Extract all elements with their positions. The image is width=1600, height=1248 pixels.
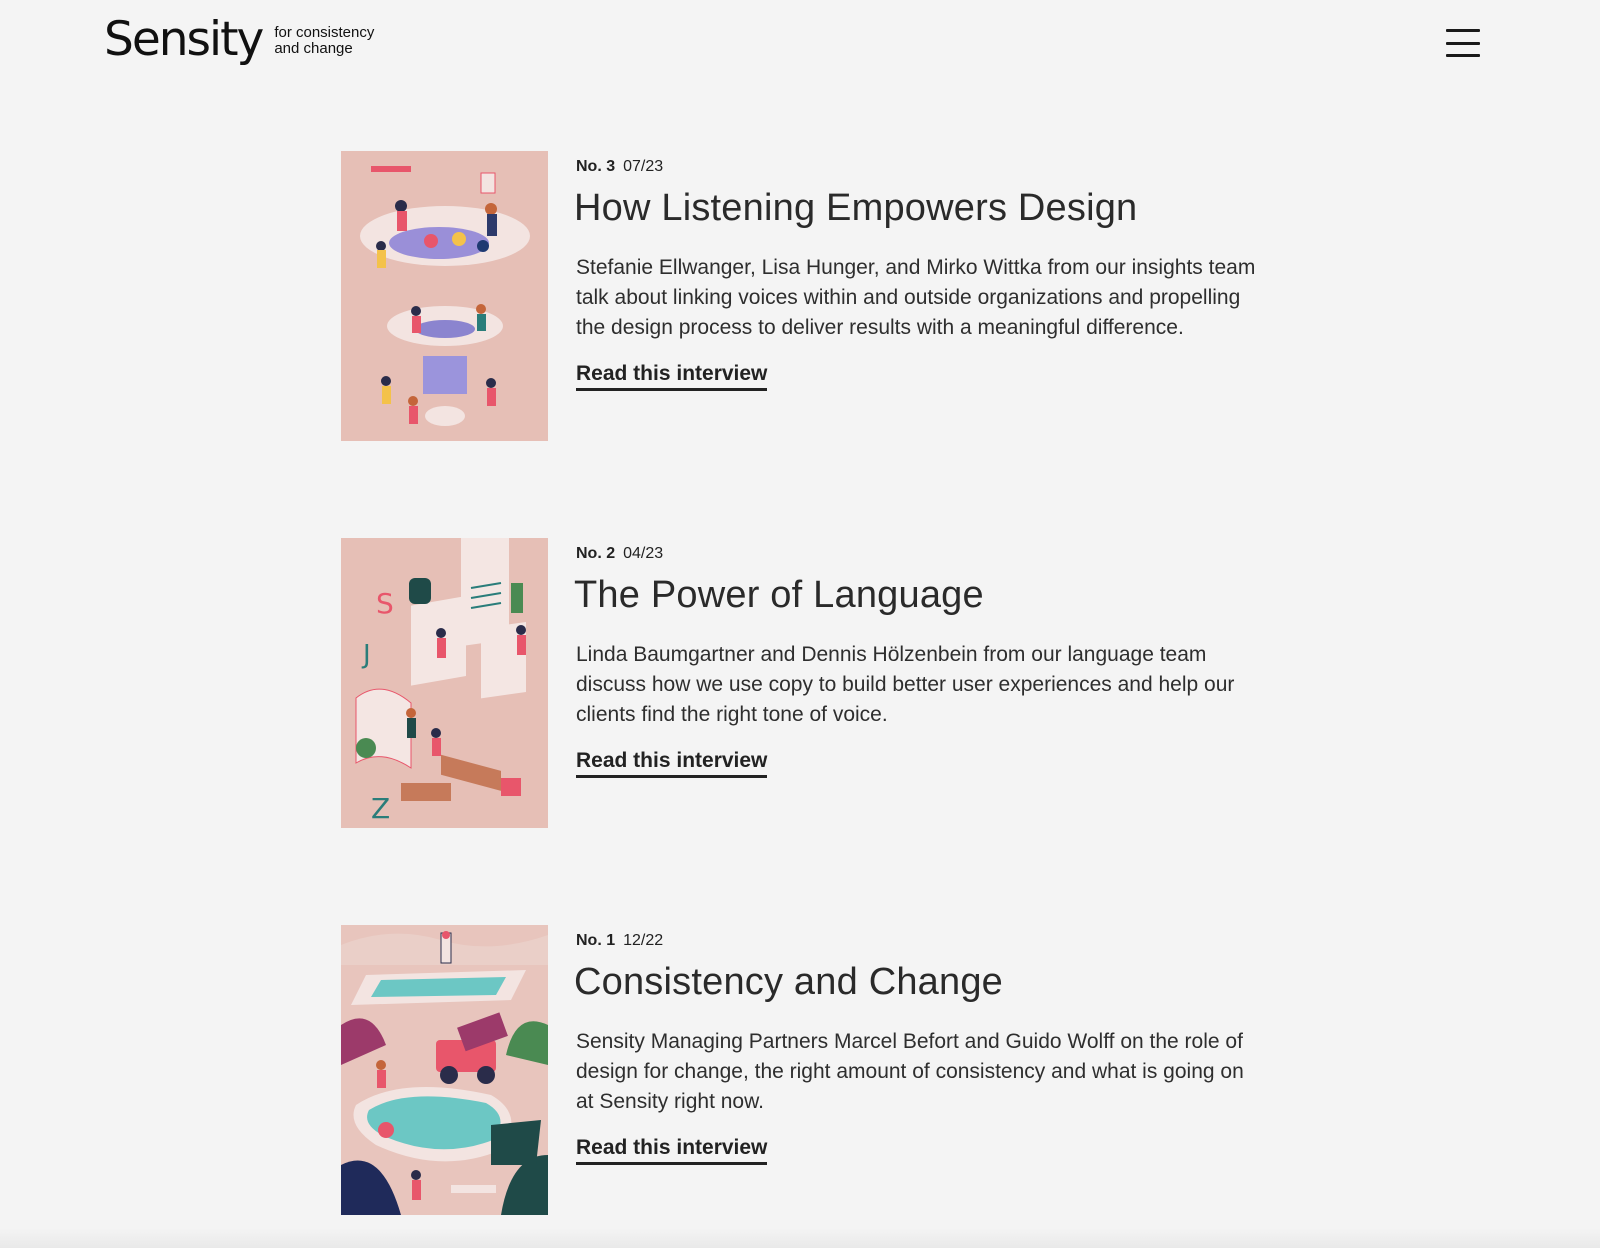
interview-illustration-listening[interactable] bbox=[341, 151, 548, 441]
read-interview-link[interactable]: Read this interview bbox=[576, 748, 768, 778]
brand-tagline: for consistency and change bbox=[274, 25, 374, 57]
svg-text:S: S bbox=[376, 587, 394, 620]
article-content: No. 2 04/23 The Power of Language Linda B… bbox=[574, 544, 1266, 778]
brand-tagline-line2: and change bbox=[274, 40, 353, 57]
issue-date: 12/22 bbox=[623, 932, 664, 949]
menu-bar bbox=[1446, 29, 1480, 32]
interview-article: No. 3 07/23 How Listening Empowers Design… bbox=[341, 151, 1261, 441]
brand-logo[interactable]: Sensity for consistency and change bbox=[104, 12, 374, 68]
interview-article: S J Z No. 2 04/23 The Power of Language … bbox=[341, 538, 1261, 828]
article-description: Stefanie Ellwanger, Lisa Hunger, and Mir… bbox=[576, 256, 1256, 339]
site-header: Sensity for consistency and change bbox=[0, 0, 1600, 90]
menu-bar bbox=[1446, 41, 1480, 45]
issue-number: No. 1 bbox=[576, 932, 616, 949]
read-interview-link[interactable]: Read this interview bbox=[576, 361, 768, 391]
svg-text:Z: Z bbox=[371, 792, 390, 825]
article-content: No. 1 12/22 Consistency and Change Sensit… bbox=[574, 931, 1266, 1165]
article-title[interactable]: Consistency and Change bbox=[574, 959, 1266, 1005]
article-title[interactable]: How Listening Empowers Design bbox=[574, 185, 1266, 231]
illustration-image bbox=[341, 925, 548, 1215]
brand-name: Sensity bbox=[104, 12, 264, 67]
page-bottom-edge bbox=[0, 1228, 1600, 1248]
article-content: No. 3 07/23 How Listening Empowers Design… bbox=[574, 157, 1266, 391]
hamburger-menu-icon[interactable] bbox=[1444, 26, 1482, 60]
issue-number: No. 3 bbox=[576, 158, 616, 175]
menu-bar bbox=[1446, 54, 1480, 57]
issue-date: 04/23 bbox=[623, 545, 664, 562]
article-description: Sensity Managing Partners Marcel Befort … bbox=[576, 1030, 1244, 1113]
illustration-image: S J Z bbox=[341, 538, 548, 828]
page: Sensity for consistency and change No. 3… bbox=[0, 0, 1600, 1248]
interview-article: No. 1 12/22 Consistency and Change Sensit… bbox=[341, 925, 1261, 1215]
article-title[interactable]: The Power of Language bbox=[574, 572, 1266, 618]
issue-number: No. 2 bbox=[576, 545, 616, 562]
article-meta: No. 2 04/23 bbox=[576, 544, 1266, 564]
brand-tagline-line1: for consistency bbox=[274, 24, 375, 41]
illustration-image bbox=[341, 151, 548, 441]
interview-illustration-consistency[interactable] bbox=[341, 925, 548, 1215]
article-meta: No. 3 07/23 bbox=[576, 157, 1266, 177]
read-interview-link[interactable]: Read this interview bbox=[576, 1135, 768, 1165]
svg-text:J: J bbox=[361, 640, 371, 670]
article-description: Linda Baumgartner and Dennis Hölzenbein … bbox=[576, 643, 1235, 726]
issue-date: 07/23 bbox=[623, 158, 664, 175]
interview-illustration-language[interactable]: S J Z bbox=[341, 538, 548, 828]
article-meta: No. 1 12/22 bbox=[576, 931, 1266, 951]
